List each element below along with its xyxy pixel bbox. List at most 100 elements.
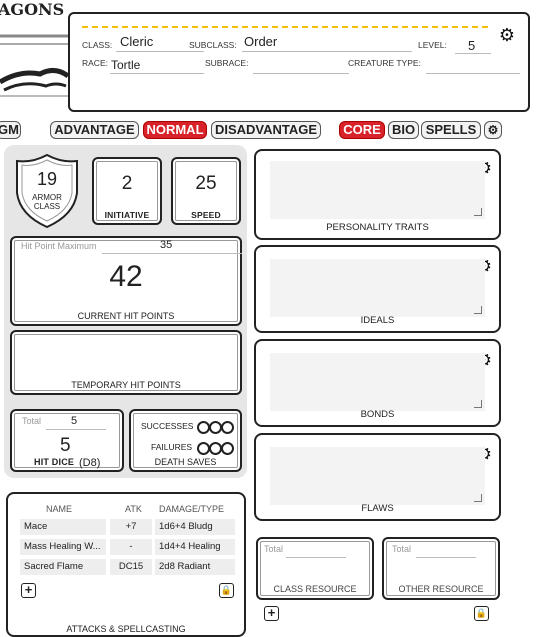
ideals-input[interactable] [270,259,485,317]
hit-dice-label: HIT DICE [34,457,75,467]
attack-atk[interactable]: - [110,539,152,555]
ideals-label: IDEALS [360,315,395,326]
failure-checkbox-3[interactable] [221,442,234,456]
hit-dice-box[interactable]: Total 5 5 HIT DICE (D8) [10,409,124,472]
hit-dice-value[interactable]: 5 [60,435,71,457]
logo: AGONS [0,0,68,100]
gm-button[interactable]: GM [0,121,21,139]
class-resource-total-label: Total [264,544,284,554]
lock-icon[interactable]: 🔒 [474,606,489,621]
flaws-input[interactable] [270,447,485,505]
speed-label: SPEED [191,210,221,220]
tab-core[interactable]: CORE [339,121,385,139]
plus-icon[interactable]: + [21,583,36,598]
class-label: CLASS: [82,40,113,50]
creature-type-underline [426,73,520,74]
plus-icon[interactable]: + [264,606,279,621]
bonds-box: ⚙ BONDS [254,339,501,427]
armor-class-shield[interactable]: 19 ARMOR CLASS [14,153,80,229]
armor-class-label-1: ARMOR [32,193,62,202]
settings-gear-icon[interactable]: ⚙ [484,121,502,139]
normal-button[interactable]: NORMAL [143,121,207,139]
bonds-label: BONDS [360,409,395,420]
speed-value: 25 [195,173,217,194]
attack-damage[interactable]: 2d8 Radiant [155,559,235,575]
other-resource-label: OTHER RESOURCE [398,584,484,594]
initiative-label: INITIATIVE [104,210,150,220]
resize-handle[interactable] [474,208,482,216]
attack-damage[interactable]: 1d4+4 Healing [155,539,235,555]
subclass-underline [242,51,412,52]
death-saves-box: SUCCESSES FAILURES DEATH SAVES [129,409,242,472]
gear-icon[interactable]: ⚙ [498,26,516,44]
other-resource-box[interactable]: Total OTHER RESOURCE [382,537,500,600]
subclass-label: SUBCLASS: [189,40,237,50]
subrace-label: SUBRACE: [205,58,249,68]
attack-name[interactable]: Mass Healing W... [20,539,106,555]
current-hp-value[interactable]: 42 [12,260,240,294]
personality-traits-label: PERSONALITY TRAITS [326,222,429,233]
class-value[interactable]: Cleric [120,34,153,49]
hit-dice-die: (D8) [79,457,101,469]
level-value[interactable]: 5 [468,38,475,53]
attack-atk[interactable]: DC15 [110,559,152,575]
temp-hp-box[interactable]: TEMPORARY HIT POINTS [10,330,242,395]
class-resource-box[interactable]: Total CLASS RESOURCE [256,537,374,600]
level-label: LEVEL: [418,40,447,50]
speed-box[interactable]: 25 SPEED [171,157,241,225]
race-value[interactable]: Tortle [111,58,140,72]
personality-traits-box: ⚙ PERSONALITY TRAITS [254,149,501,240]
resize-handle[interactable] [474,306,482,314]
creature-type-label: CREATURE TYPE: [348,58,421,68]
subclass-value[interactable]: Order [244,34,277,49]
personality-traits-input[interactable] [270,161,485,219]
tab-bio[interactable]: BIO [388,121,419,139]
hp-max-label: Hit Point Maximum [21,241,97,251]
armor-class-value: 19 [36,169,58,189]
hp-max-underline [102,253,242,254]
disadvantage-button[interactable]: DISADVANTAGE [211,121,321,139]
ideals-box: ⚙ IDEALS [254,245,501,333]
attacks-header-atk: ATK [125,504,142,514]
attacks-header-damage: DAMAGE/TYPE [159,504,225,514]
other-resource-total-label: Total [392,544,412,554]
subrace-underline [253,73,349,74]
hit-dice-total-value[interactable]: 5 [71,415,77,427]
hit-dice-total-label: Total [22,416,42,426]
attack-name[interactable]: Sacred Flame [20,559,106,575]
hp-max-value[interactable]: 35 [160,239,172,251]
hit-dice-total-underline [46,429,106,430]
flaws-label: FLAWS [361,503,394,514]
successes-label: SUCCESSES [141,421,194,431]
class-resource-label: CLASS RESOURCE [273,584,357,594]
class-underline [116,51,204,52]
success-checkboxes [197,419,234,437]
failures-label: FAILURES [151,442,193,452]
class-resource-total-underline [286,557,346,558]
character-info-panel: ⚙ CLASS: Cleric SUBCLASS: Order LEVEL: 5… [68,12,530,112]
attack-damage[interactable]: 1d6+4 Bludg [155,519,235,535]
resize-handle[interactable] [474,400,482,408]
lock-icon[interactable]: 🔒 [219,583,234,598]
failure-checkboxes [197,440,234,458]
other-resource-total-underline [416,557,476,558]
panel-divider [82,26,488,28]
advantage-button[interactable]: ADVANTAGE [50,121,139,139]
level-underline [455,53,491,54]
flaws-box: ⚙ FLAWS [254,433,501,521]
dragon-ornament-icon [0,34,68,97]
temp-hp-label: TEMPORARY HIT POINTS [71,380,181,390]
shield-icon [16,153,78,229]
resize-handle[interactable] [474,494,482,502]
initiative-box[interactable]: 2 INITIATIVE [92,157,162,225]
armor-class-label-2: CLASS [33,202,61,211]
death-saves-label: DEATH SAVES [154,457,217,467]
attack-atk[interactable]: +7 [110,519,152,535]
success-checkbox-3[interactable] [221,421,234,435]
race-label: RACE: [82,58,108,68]
attack-name[interactable]: Mace [20,519,106,535]
bonds-input[interactable] [270,353,485,411]
current-hp-box[interactable]: Hit Point Maximum 35 42 CURRENT HIT POIN… [10,236,242,326]
tab-spells[interactable]: SPELLS [421,121,481,139]
initiative-value: 2 [121,173,133,194]
